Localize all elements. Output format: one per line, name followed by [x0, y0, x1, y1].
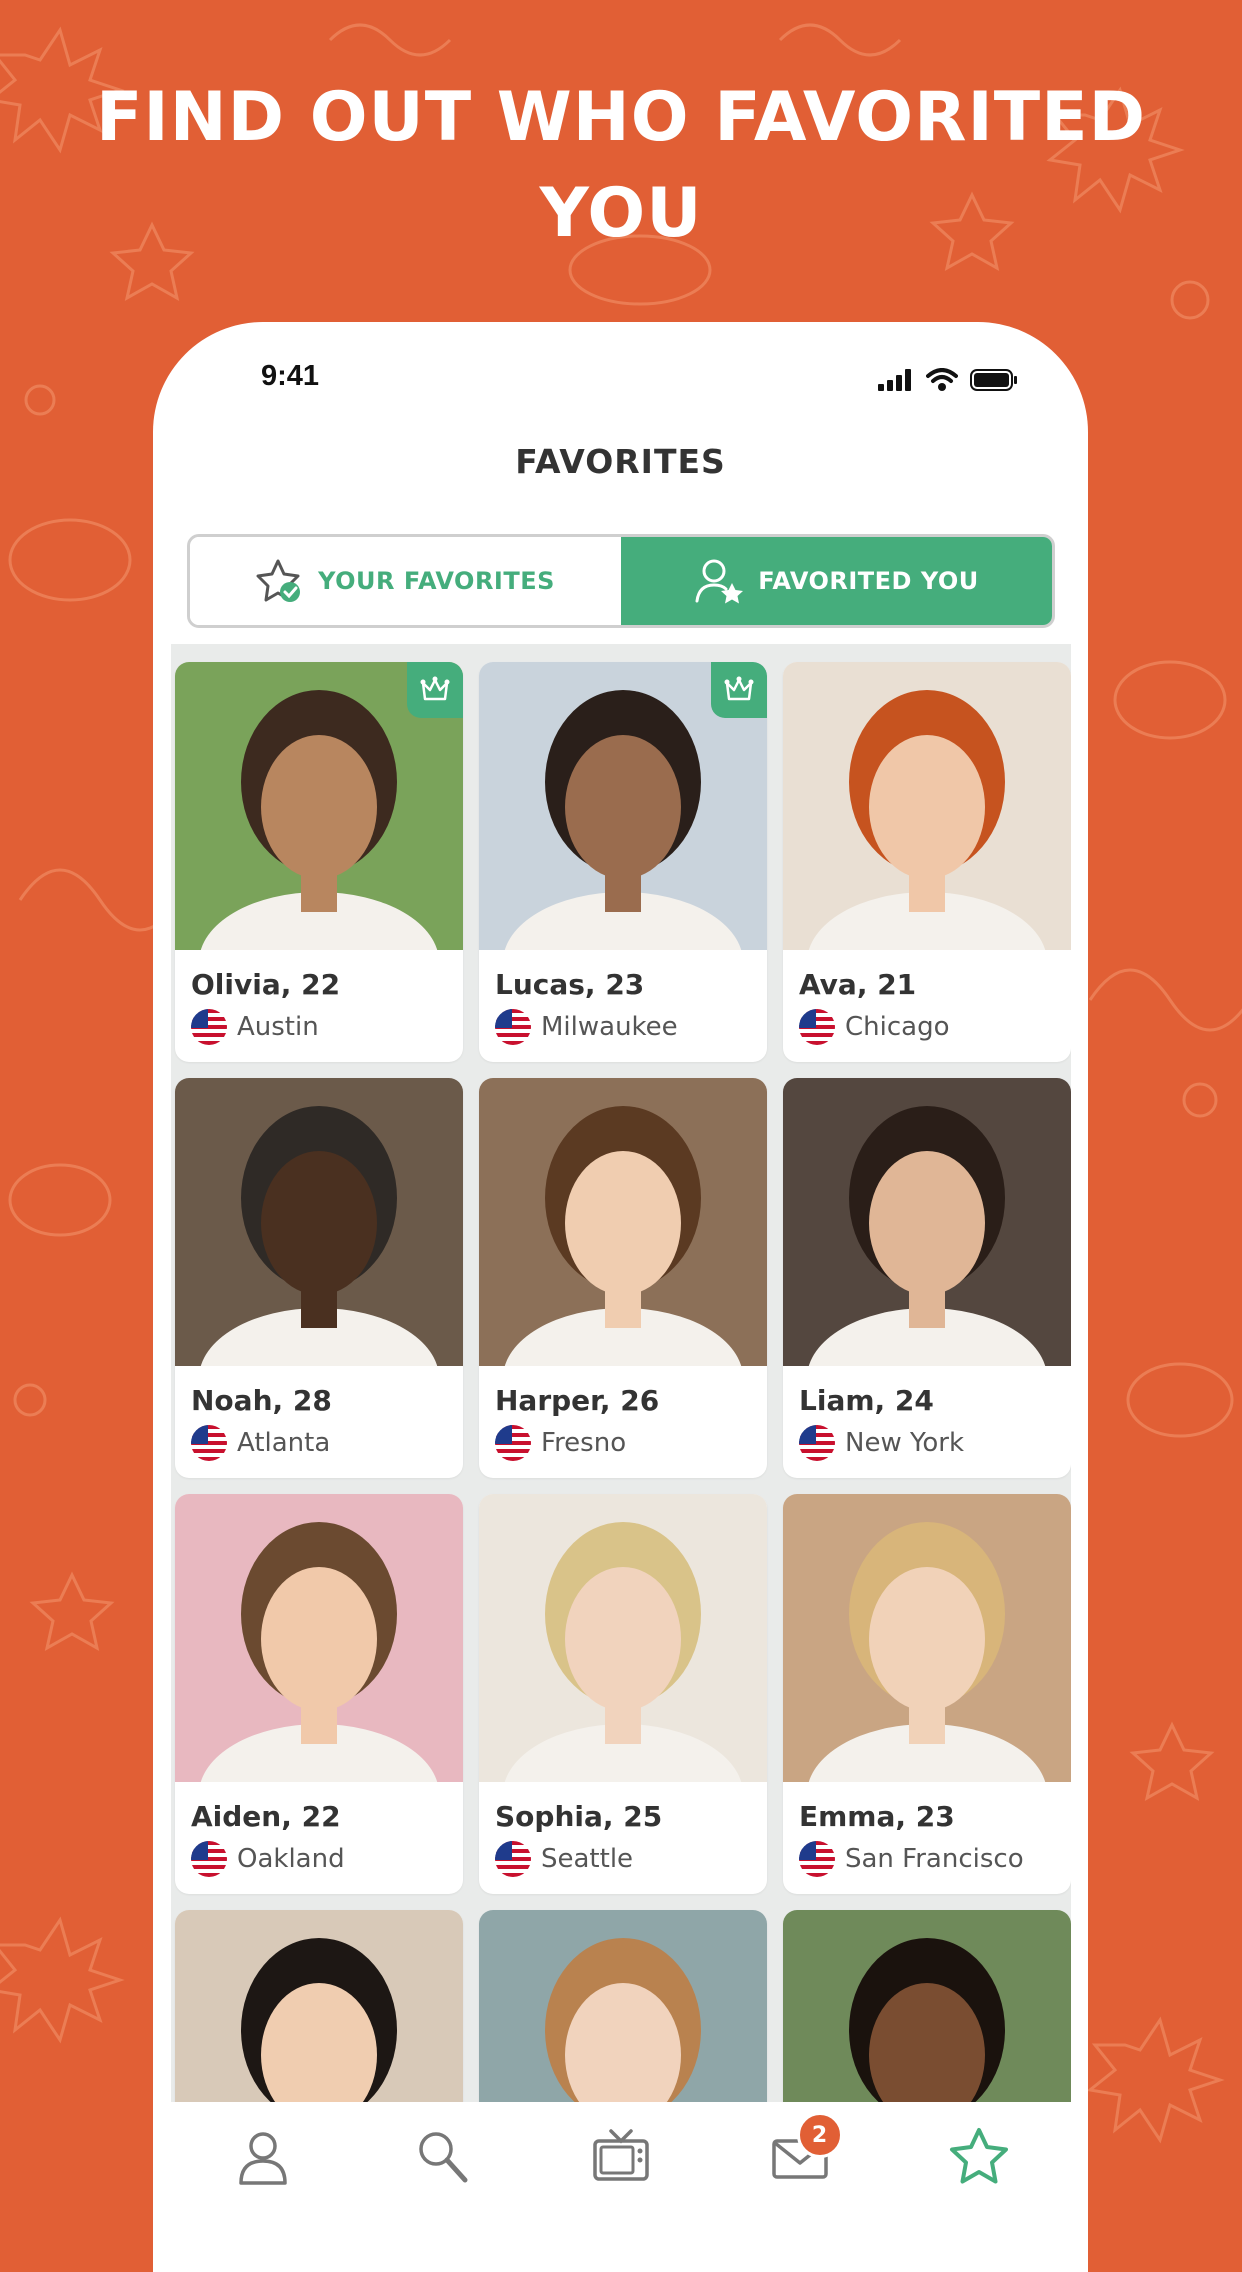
- profile-name-age: Noah, 28: [191, 1384, 332, 1417]
- profile-location: Oakland: [191, 1841, 447, 1877]
- profile-name-age: Aiden, 22: [191, 1800, 341, 1833]
- signal-icon: [878, 369, 911, 391]
- profile-card[interactable]: Ava, 21 Chicago: [783, 662, 1071, 1062]
- profile-info: Olivia, 22 Austin: [175, 950, 463, 1045]
- profile-name-age: Sophia, 25: [495, 1800, 663, 1833]
- profile-card[interactable]: Emma, 23 San Francisco: [783, 1494, 1071, 1894]
- promo-headline-line1: FIND OUT WHO FAVORITED: [95, 78, 1147, 157]
- profile-info: Lucas, 23 Milwaukee: [479, 950, 767, 1045]
- nav-tv[interactable]: [576, 2112, 666, 2202]
- profile-location: Atlanta: [191, 1425, 447, 1461]
- profile-photo[interactable]: [175, 662, 463, 950]
- profile-city: Milwaukee: [541, 1012, 678, 1042]
- search-icon: [418, 2132, 467, 2183]
- us-flag-icon: [191, 1425, 227, 1461]
- profile-name-age: Olivia, 22: [191, 968, 341, 1001]
- profile-photo[interactable]: [175, 1078, 463, 1366]
- profile-city: Atlanta: [237, 1428, 331, 1458]
- us-flag-icon: [191, 1009, 227, 1045]
- phone-frame: 9:41 FAVORITES YOUR FAVORITES FAVORITED …: [153, 322, 1088, 2272]
- profile-photo[interactable]: [479, 662, 767, 950]
- profile-name-age: Harper, 26: [495, 1384, 660, 1417]
- premium-badge: [407, 662, 463, 718]
- profile-city: New York: [845, 1428, 965, 1458]
- screen-title: FAVORITES: [515, 442, 726, 481]
- profile-location: Fresno: [495, 1425, 751, 1461]
- promo-headline-line2: YOU: [539, 174, 703, 253]
- us-flag-icon: [799, 1425, 835, 1461]
- profile-city: Oakland: [237, 1844, 345, 1874]
- profile-info: Liam, 24 New York: [783, 1366, 1071, 1461]
- profile-card[interactable]: Noah, 28 Atlanta: [175, 1078, 463, 1478]
- profile-card[interactable]: Harper, 26 Fresno: [479, 1078, 767, 1478]
- us-flag-icon: [495, 1009, 531, 1045]
- us-flag-icon: [191, 1841, 227, 1877]
- nav-favorites[interactable]: [934, 2112, 1024, 2202]
- profile-location: San Francisco: [799, 1841, 1055, 1877]
- profile-info: Noah, 28 Atlanta: [175, 1366, 463, 1461]
- battery-icon: [970, 369, 1017, 391]
- profile-icon: [238, 2132, 287, 2185]
- premium-badge: [711, 662, 767, 718]
- profile-name-age: Ava, 21: [799, 968, 917, 1001]
- promo-headline: FIND OUT WHO FAVORITED YOU: [0, 70, 1242, 262]
- us-flag-icon: [495, 1841, 531, 1877]
- profile-city: San Francisco: [845, 1844, 1024, 1874]
- profile-card[interactable]: Sophia, 25 Seattle: [479, 1494, 767, 1894]
- profile-city: Chicago: [845, 1012, 950, 1042]
- messages-badge: 2: [796, 2112, 843, 2158]
- profile-grid-area: Olivia, 22 Austin Lucas, 23 Milwaukee Av…: [171, 644, 1071, 2164]
- profile-city: Austin: [237, 1012, 319, 1042]
- favorites-tab-switch: YOUR FAVORITES FAVORITED YOU: [187, 534, 1055, 628]
- wifi-icon: [926, 368, 958, 391]
- profile-card[interactable]: Liam, 24 New York: [783, 1078, 1071, 1478]
- profile-photo[interactable]: [783, 1078, 1071, 1366]
- favorites-star-icon: [949, 2128, 1008, 2184]
- profile-info: Aiden, 22 Oakland: [175, 1782, 463, 1877]
- profile-info: Harper, 26 Fresno: [479, 1366, 767, 1461]
- bottom-nav: 2: [153, 2102, 1088, 2212]
- profile-info: Ava, 21 Chicago: [783, 950, 1071, 1045]
- status-time: 9:41: [261, 360, 320, 392]
- profile-city: Fresno: [541, 1428, 627, 1458]
- profile-location: New York: [799, 1425, 1055, 1461]
- profile-info: Sophia, 25 Seattle: [479, 1782, 767, 1877]
- nav-search[interactable]: [397, 2112, 487, 2202]
- tab-your-favorites[interactable]: YOUR FAVORITES: [190, 537, 621, 625]
- tv-icon: [592, 2129, 649, 2181]
- profile-city: Seattle: [541, 1844, 634, 1874]
- tab-favorited-you-label: FAVORITED YOU: [758, 567, 979, 595]
- profile-name-age: Liam, 24: [799, 1384, 934, 1417]
- profile-card[interactable]: Olivia, 22 Austin: [175, 662, 463, 1062]
- profile-location: Chicago: [799, 1009, 1055, 1045]
- profile-photo[interactable]: [175, 1494, 463, 1782]
- nav-profile[interactable]: [218, 2112, 308, 2202]
- status-icons: [878, 368, 1018, 392]
- nav-messages[interactable]: 2: [755, 2112, 845, 2202]
- us-flag-icon: [799, 1009, 835, 1045]
- profile-name-age: Emma, 23: [799, 1800, 955, 1833]
- profile-location: Milwaukee: [495, 1009, 751, 1045]
- us-flag-icon: [799, 1841, 835, 1877]
- profile-grid: Olivia, 22 Austin Lucas, 23 Milwaukee Av…: [175, 662, 1071, 2164]
- tab-favorited-you[interactable]: FAVORITED YOU: [621, 537, 1052, 625]
- tab-your-favorites-label: YOUR FAVORITES: [318, 567, 555, 595]
- star-check-icon: [256, 559, 301, 602]
- profile-photo[interactable]: [479, 1078, 767, 1366]
- profile-photo[interactable]: [783, 1494, 1071, 1782]
- crown-icon: [724, 676, 754, 701]
- crown-icon: [420, 676, 450, 701]
- user-star-icon: [695, 559, 744, 604]
- us-flag-icon: [495, 1425, 531, 1461]
- status-bar: 9:41: [153, 322, 1088, 432]
- profile-photo[interactable]: [479, 1494, 767, 1782]
- profile-name-age: Lucas, 23: [495, 968, 645, 1001]
- profile-location: Seattle: [495, 1841, 751, 1877]
- profile-photo[interactable]: [783, 662, 1071, 950]
- profile-info: Emma, 23 San Francisco: [783, 1782, 1071, 1877]
- profile-card[interactable]: Lucas, 23 Milwaukee: [479, 662, 767, 1062]
- profile-card[interactable]: Aiden, 22 Oakland: [175, 1494, 463, 1894]
- profile-location: Austin: [191, 1009, 447, 1045]
